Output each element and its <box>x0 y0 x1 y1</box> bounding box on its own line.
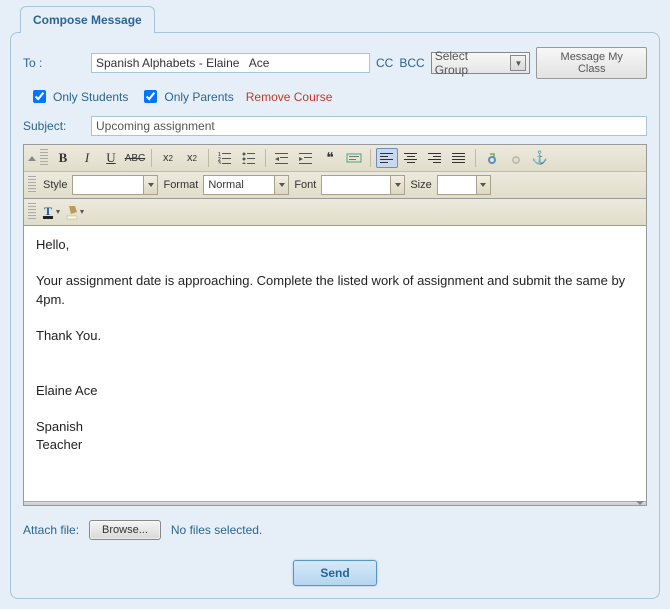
toolbar-row-3: T <box>24 199 646 226</box>
subscript-button[interactable]: x2 <box>157 148 179 168</box>
unordered-list-button[interactable] <box>238 148 260 168</box>
style-dropdown[interactable] <box>72 175 158 195</box>
grip-icon <box>28 176 36 194</box>
align-justify-button[interactable] <box>448 148 470 168</box>
style-label: Style <box>43 179 67 191</box>
only-parents-checkbox[interactable] <box>144 90 157 103</box>
select-group-text: Select Group <box>435 49 505 77</box>
font-label: Font <box>294 179 316 191</box>
collapse-icon[interactable] <box>28 156 36 161</box>
only-students-label: Only Students <box>53 90 128 104</box>
link-button[interactable] <box>481 148 503 168</box>
italic-button[interactable]: I <box>76 148 98 168</box>
browse-button[interactable]: Browse... <box>89 520 161 540</box>
text-color-button[interactable]: T <box>40 202 62 222</box>
underline-button[interactable]: U <box>100 148 122 168</box>
cc-link[interactable]: CC <box>376 56 393 70</box>
superscript-button[interactable]: x2 <box>181 148 203 168</box>
attach-label: Attach file: <box>23 523 79 537</box>
only-parents-label: Only Parents <box>164 90 233 104</box>
toolbar-row-1: B I U ABC x2 x2 123 <box>24 145 646 172</box>
ordered-list-button[interactable]: 123 <box>214 148 236 168</box>
to-label: To : <box>23 56 85 70</box>
anchor-button[interactable]: ⚓ <box>529 148 551 168</box>
toolbar-row-2: Style Format Normal Font Size <box>24 172 646 199</box>
outdent-button[interactable] <box>271 148 293 168</box>
to-input[interactable] <box>91 53 370 73</box>
send-button[interactable]: Send <box>293 560 376 586</box>
resize-handle[interactable] <box>24 501 646 505</box>
remove-course-link[interactable]: Remove Course <box>246 90 333 104</box>
grip-icon <box>40 149 48 167</box>
subject-label: Subject: <box>23 119 85 133</box>
div-button[interactable] <box>343 148 365 168</box>
svg-text:T: T <box>44 204 52 218</box>
grip-icon <box>28 203 36 221</box>
bold-button[interactable]: B <box>52 148 74 168</box>
subject-input[interactable] <box>91 116 647 136</box>
select-group-arrow-icon: ▼ <box>510 55 526 71</box>
unlink-button[interactable] <box>505 148 527 168</box>
message-body[interactable]: Hello, Your assignment date is approachi… <box>24 226 646 501</box>
strike-button[interactable]: ABC <box>124 148 146 168</box>
compose-panel: To : CC BCC Select Group ▼ Message My Cl… <box>10 32 660 599</box>
indent-button[interactable] <box>295 148 317 168</box>
bcc-link[interactable]: BCC <box>399 56 424 70</box>
align-center-button[interactable] <box>400 148 422 168</box>
font-dropdown[interactable] <box>321 175 405 195</box>
rich-text-editor: B I U ABC x2 x2 123 <box>23 144 647 506</box>
tab-compose[interactable]: Compose Message <box>20 6 155 33</box>
format-dropdown[interactable]: Normal <box>203 175 289 195</box>
blockquote-button[interactable]: ❝ <box>319 148 341 168</box>
size-label: Size <box>410 179 431 191</box>
no-files-text: No files selected. <box>171 523 262 537</box>
align-right-button[interactable] <box>424 148 446 168</box>
select-group-dropdown[interactable]: Select Group ▼ <box>431 52 531 74</box>
svg-text:3: 3 <box>218 161 221 164</box>
align-left-button[interactable] <box>376 148 398 168</box>
message-my-class-button[interactable]: Message My Class <box>536 47 647 79</box>
size-dropdown[interactable] <box>437 175 491 195</box>
only-students-checkbox[interactable] <box>33 90 46 103</box>
bg-color-button[interactable] <box>64 202 86 222</box>
format-label: Format <box>163 179 198 191</box>
